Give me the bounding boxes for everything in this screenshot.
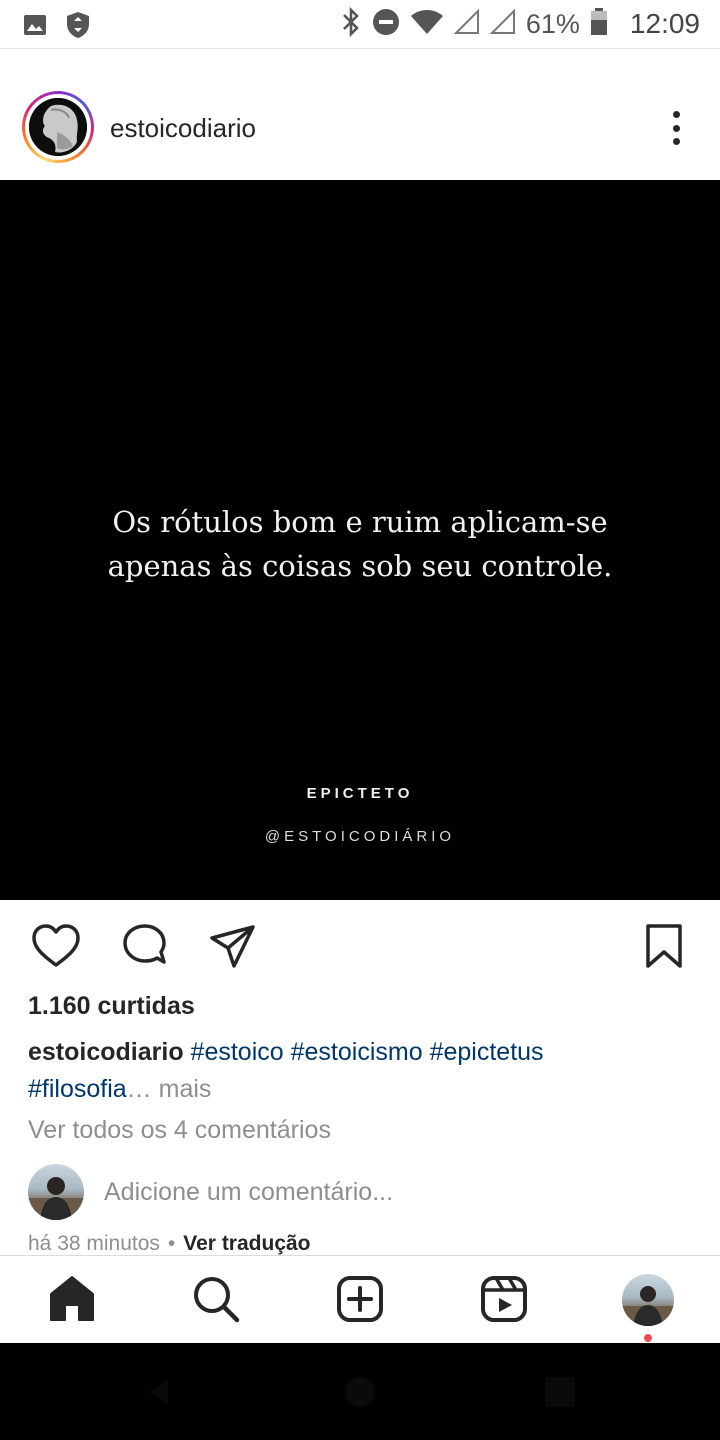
notification-dot — [644, 1334, 652, 1342]
quote-text: Os rótulos bom e ruim aplicam-se apenas … — [0, 500, 720, 588]
save-bookmark-icon[interactable] — [640, 922, 690, 972]
bottom-navigation — [0, 1255, 720, 1343]
post-username[interactable]: estoicodiario — [110, 113, 256, 144]
recents-button-icon[interactable] — [543, 1375, 577, 1409]
status-bar: 61% 12:09 — [0, 0, 720, 48]
hashtag-link[interactable]: #estoico — [191, 1038, 284, 1066]
likes-count[interactable]: 1.160 curtidas — [28, 992, 195, 1021]
battery-percent: 61% — [525, 8, 580, 39]
search-icon[interactable] — [191, 1274, 241, 1324]
caption-ellipsis: … — [126, 1075, 152, 1103]
vpn-shield-icon — [64, 10, 92, 45]
home-icon[interactable] — [47, 1274, 97, 1324]
quote-author: EPICTETO — [306, 785, 414, 802]
hashtag-link[interactable]: #filosofia — [28, 1075, 127, 1103]
caption-username[interactable]: estoicodiario — [28, 1038, 184, 1066]
signal-icon — [489, 8, 516, 40]
battery-icon — [590, 7, 608, 41]
quote-line: Os rótulos bom e ruim aplicam-se — [112, 505, 608, 539]
post-image[interactable]: Os rótulos bom e ruim aplicam-se apenas … — [0, 180, 720, 900]
hashtag-link[interactable]: #epictetus — [430, 1038, 544, 1066]
do-not-disturb-icon — [372, 8, 400, 41]
profile-avatar[interactable] — [622, 1274, 674, 1326]
image-handle: @ESTOICODIÁRIO — [264, 828, 456, 845]
image-icon — [22, 12, 48, 43]
user-avatar — [28, 1164, 84, 1220]
post-timestamp-row: há 38 minutos • Ver tradução — [28, 1232, 311, 1256]
bluetooth-icon — [340, 6, 362, 42]
comment-icon[interactable] — [120, 922, 170, 972]
story-avatar[interactable] — [22, 91, 94, 163]
add-comment-input[interactable]: Adicione um comentário... — [104, 1178, 393, 1207]
system-navigation-bar — [0, 1343, 720, 1440]
bust-avatar-image — [29, 98, 87, 156]
post-header: estoicodiario — [0, 49, 720, 180]
post-caption: estoicodiario #estoico #estoicismo #epic… — [28, 1034, 688, 1108]
signal-icon — [453, 8, 480, 40]
new-post-icon[interactable] — [335, 1274, 385, 1324]
add-comment-row[interactable]: Adicione um comentário... — [28, 1164, 688, 1220]
wifi-icon — [410, 8, 444, 41]
see-translation-link[interactable]: Ver tradução — [183, 1232, 310, 1255]
more-options-icon[interactable] — [664, 111, 688, 145]
caption-more-link[interactable]: mais — [159, 1075, 212, 1103]
hashtag-link[interactable]: #estoicismo — [291, 1038, 423, 1066]
reels-icon[interactable] — [479, 1274, 529, 1324]
separator-dot: • — [167, 1232, 176, 1255]
share-send-icon[interactable] — [208, 922, 258, 972]
post-time-ago: há 38 minutos — [28, 1232, 160, 1255]
quote-line: apenas às coisas sob seu controle. — [107, 549, 613, 583]
like-heart-icon[interactable] — [31, 922, 81, 972]
back-button-icon[interactable] — [144, 1375, 178, 1409]
post-actions — [0, 900, 720, 990]
view-all-comments-link[interactable]: Ver todos os 4 comentários — [28, 1116, 331, 1145]
clock: 12:09 — [629, 8, 700, 39]
home-button-icon[interactable] — [343, 1375, 377, 1409]
